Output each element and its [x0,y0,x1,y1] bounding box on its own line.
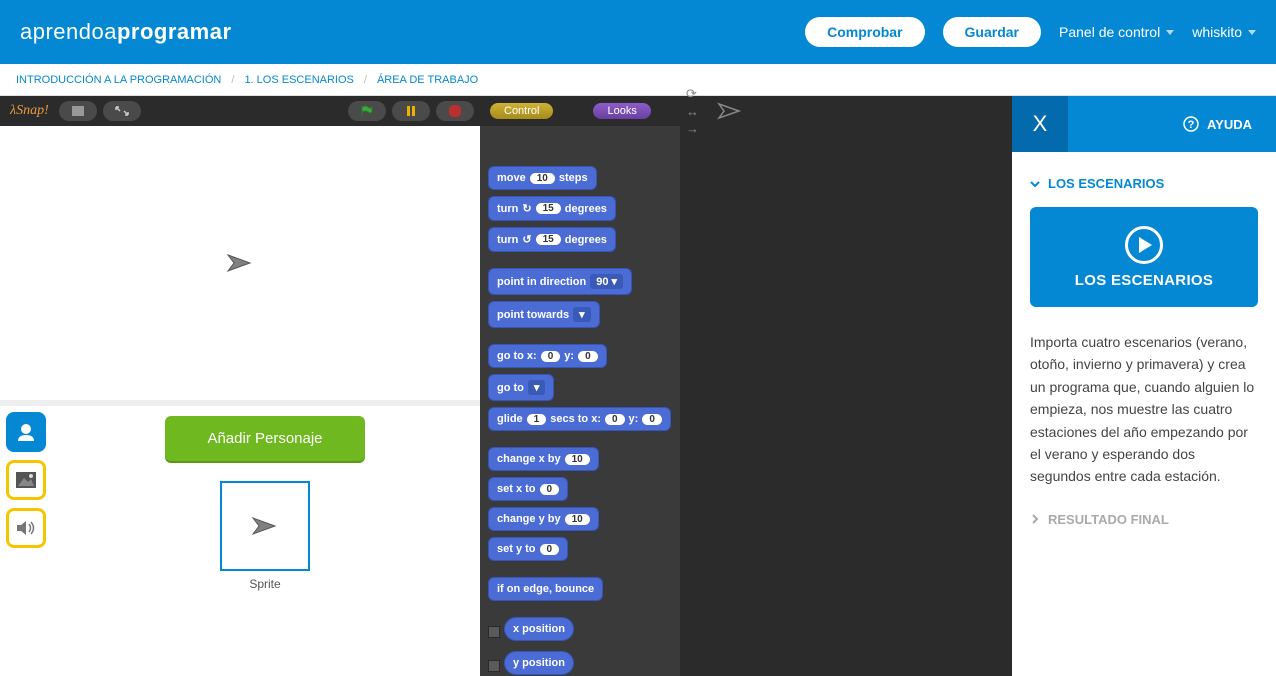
sounds-tab-icon[interactable] [6,508,46,548]
sprite-direction-icon[interactable] [717,102,743,120]
fullscreen-button[interactable] [103,101,141,121]
blocks-list: move10steps turn↻15degrees turn↺15degree… [480,126,680,676]
pause-button[interactable] [392,101,430,121]
stage-toolbar: λSnap! [0,96,480,126]
block-set-x[interactable]: set x to0 [488,477,568,501]
help-content: LOS ESCENARIOS LOS ESCENARIOS Importa cu… [1012,152,1276,551]
user-menu[interactable]: whiskito [1192,24,1256,40]
backgrounds-tab-icon[interactable] [6,460,46,500]
sprite-thumbnail[interactable] [220,481,310,571]
x-position-checkbox[interactable] [488,626,500,638]
rotation-lr-icon[interactable]: ↔ [686,104,699,119]
block-point-towards[interactable]: point towards▾ [488,301,600,328]
y-position-checkbox[interactable] [488,660,500,672]
check-button[interactable]: Comprobar [805,17,924,47]
breadcrumb-item-1[interactable]: INTRODUCCIÓN A LA PROGRAMACIÓN [16,74,221,86]
block-turn-right[interactable]: turn↻15degrees [488,196,616,221]
result-toggle[interactable]: RESULTADO FINAL [1030,512,1258,527]
stage-footer: Añadir Personaje Sprite [0,406,480,676]
chevron-right-icon [1030,514,1040,524]
block-move[interactable]: move10steps [488,166,597,190]
breadcrumb-item-2[interactable]: 1. LOS ESCENARIOS [244,74,353,86]
block-point-direction[interactable]: point in direction90 ▾ [488,268,632,295]
block-goto-xy[interactable]: go to x:0y:0 [488,344,607,368]
rotation-none-icon[interactable]: → [686,121,699,136]
play-icon [1125,226,1163,264]
add-sprite-button[interactable]: Añadir Personaje [165,416,365,461]
workspace: λSnap! Añadir Personaje Sprite [0,96,1276,676]
help-description: Importa cuatro escenarios (verano, otoño… [1030,331,1258,488]
help-tab[interactable]: ? AYUDA [1068,96,1276,152]
block-x-position[interactable]: x position [504,617,574,641]
help-icon: ? [1183,116,1199,132]
control-panel-link[interactable]: Panel de control [1059,24,1174,40]
help-panel: X ? AYUDA LOS ESCENARIOS LOS ESCENARIOS … [1012,96,1276,676]
sprites-tab-icon[interactable] [6,412,46,452]
sprite-on-stage[interactable] [226,253,254,273]
svg-text:?: ? [1188,119,1195,131]
stage-small-button[interactable] [59,101,97,121]
script-toolbar: ⟳ ↔ → [680,96,1012,126]
save-button[interactable]: Guardar [943,17,1041,47]
block-goto[interactable]: go to▾ [488,374,554,401]
close-help-button[interactable]: X [1012,96,1068,152]
blocks-palette: Control Looks move10steps turn↻15degrees… [480,96,680,676]
chevron-down-icon [1248,30,1256,35]
stop-button[interactable] [436,101,474,121]
block-set-y[interactable]: set y to0 [488,537,568,561]
breadcrumb: INTRODUCCIÓN A LA PROGRAMACIÓN / 1. LOS … [0,64,1276,96]
stage-column: λSnap! Añadir Personaje Sprite [0,96,480,676]
block-if-edge-bounce[interactable]: if on edge, bounce [488,577,603,601]
help-video-card[interactable]: LOS ESCENARIOS [1030,207,1258,307]
app-logo[interactable]: aprendoaprogramar [20,19,232,45]
snap-logo[interactable]: λSnap! [6,103,53,119]
side-tabs [0,406,50,676]
chevron-down-icon [1166,30,1174,35]
block-y-position[interactable]: y position [504,651,574,675]
block-change-x[interactable]: change x by10 [488,447,599,471]
category-looks[interactable]: Looks [593,103,650,119]
green-flag-button[interactable] [348,101,386,121]
script-area[interactable]: ⟳ ↔ → [680,96,1012,676]
help-section-toggle[interactable]: LOS ESCENARIOS [1030,176,1258,191]
category-tabs: Control Looks [480,96,680,126]
block-glide[interactable]: glide1secs to x:0y:0 [488,407,671,431]
sprite-name-label: Sprite [249,577,280,591]
rotation-free-icon[interactable]: ⟳ [686,86,699,102]
block-change-y[interactable]: change y by10 [488,507,599,531]
breadcrumb-item-3[interactable]: ÁREA DE TRABAJO [377,74,478,86]
sprite-area: Añadir Personaje Sprite [50,406,480,676]
stage-canvas[interactable] [0,126,480,406]
block-turn-left[interactable]: turn↺15degrees [488,227,616,252]
help-tabs: X ? AYUDA [1012,96,1276,152]
main-header: aprendoaprogramar Comprobar Guardar Pane… [0,0,1276,64]
chevron-down-icon [1030,179,1040,189]
category-control[interactable]: Control [490,103,553,119]
